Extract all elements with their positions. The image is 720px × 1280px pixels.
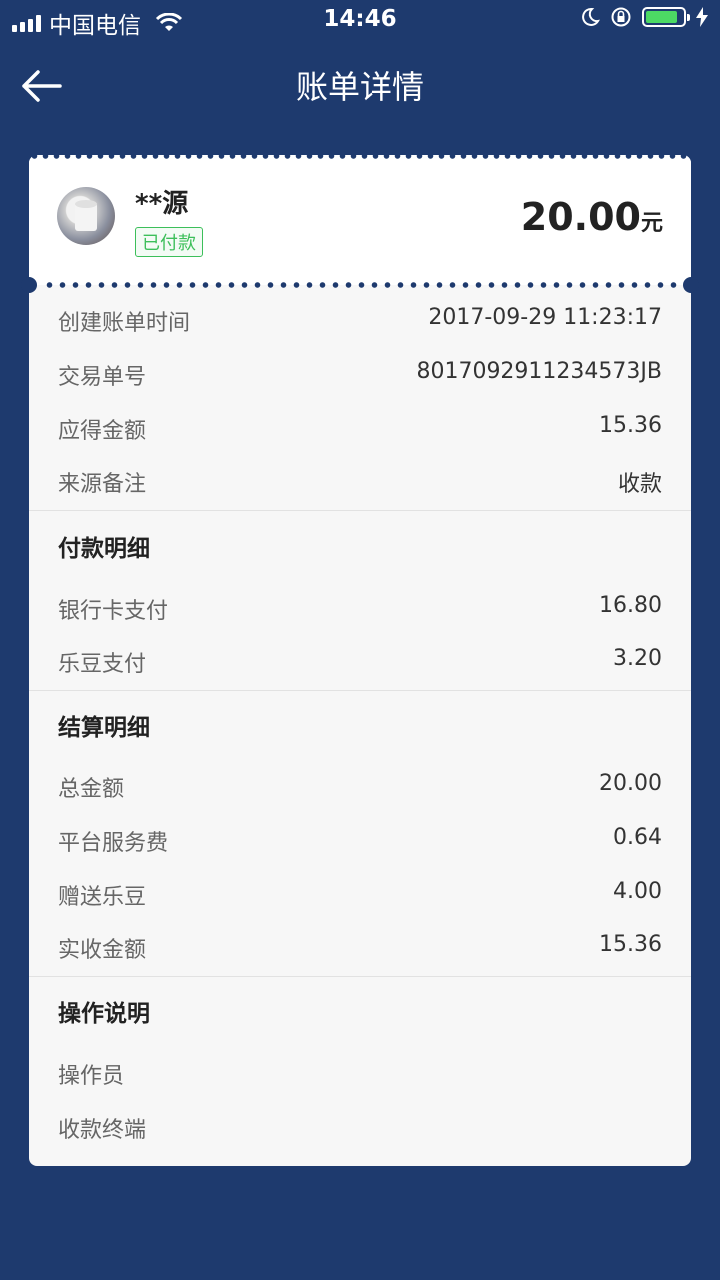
moon-icon: [582, 7, 600, 26]
card-top-perforation: [29, 153, 691, 159]
battery-fill: [646, 11, 677, 23]
payment-row: 银行卡支付 16.80: [29, 587, 691, 627]
settlement-label: 实收金额: [58, 938, 147, 963]
info-label: 应得金额: [58, 419, 147, 444]
charging-icon: [696, 7, 708, 27]
payment-label: 银行卡支付: [58, 599, 169, 624]
avatar: [57, 187, 115, 245]
operation-row: 收款终端: [29, 1106, 691, 1146]
settlement-value: 15.36: [599, 932, 662, 957]
divider: [29, 976, 691, 977]
payment-label: 乐豆支付: [58, 652, 147, 677]
operation-label: 操作员: [58, 1064, 125, 1089]
info-row-due-amount: 应得金额 15.36: [29, 407, 691, 447]
info-value: 收款: [617, 472, 662, 497]
settlement-value: 0.64: [613, 825, 662, 850]
operation-row: 操作员: [29, 1052, 691, 1092]
info-label: 交易单号: [58, 365, 147, 390]
status-badge: 已付款: [135, 227, 203, 257]
info-label: 创建账单时间: [58, 311, 191, 336]
info-label: 来源备注: [58, 472, 147, 497]
divider: [29, 690, 691, 691]
bill-amount: 20.00元: [521, 195, 663, 239]
status-bar: 中国电信 14:46: [0, 0, 720, 40]
settlement-label: 平台服务费: [58, 831, 169, 856]
settlement-label: 总金额: [58, 777, 125, 802]
divider: [29, 510, 691, 511]
user-name: **源: [135, 189, 189, 219]
settlement-label: 赠送乐豆: [58, 885, 147, 910]
amount-unit: 元: [640, 211, 663, 236]
nav-bar: 账单详情: [0, 40, 720, 130]
settlement-row: 实收金额 15.36: [29, 926, 691, 966]
settlement-value: 4.00: [613, 879, 662, 904]
settlement-detail-title: 结算明细: [58, 715, 150, 741]
settlement-value: 20.00: [599, 771, 662, 796]
info-row-order-number: 交易单号 8017092911234573JB: [29, 353, 691, 393]
info-row-created-time: 创建账单时间 2017-09-29 11:23:17: [29, 299, 691, 339]
info-value: 2017-09-29 11:23:17: [428, 305, 662, 330]
ticket-perforation: [21, 277, 699, 293]
amount-value: 20.00: [520, 195, 641, 239]
info-row-source-note: 来源备注 收款: [29, 460, 691, 500]
operation-label: 收款终端: [58, 1118, 147, 1143]
info-value: 8017092911234573JB: [416, 359, 662, 384]
bill-card: **源 已付款 20.00元 创建账单时间 2017-09-29 11:23:1…: [21, 153, 699, 1166]
settlement-row: 平台服务费 0.64: [29, 819, 691, 859]
operation-detail-title: 操作说明: [58, 1001, 150, 1027]
info-value: 15.36: [599, 413, 662, 438]
payment-detail-title: 付款明细: [58, 536, 150, 562]
settlement-row: 赠送乐豆 4.00: [29, 873, 691, 913]
battery-icon: [642, 7, 690, 27]
payment-value: 3.20: [613, 646, 662, 671]
page-title: 账单详情: [295, 68, 424, 106]
status-right: [580, 6, 708, 28]
payment-value: 16.80: [599, 593, 662, 618]
payment-row: 乐豆支付 3.20: [29, 640, 691, 680]
settlement-row: 总金额 20.00: [29, 765, 691, 805]
rotation-lock-icon: [611, 7, 631, 27]
bill-header: **源 已付款 20.00元: [29, 155, 691, 285]
